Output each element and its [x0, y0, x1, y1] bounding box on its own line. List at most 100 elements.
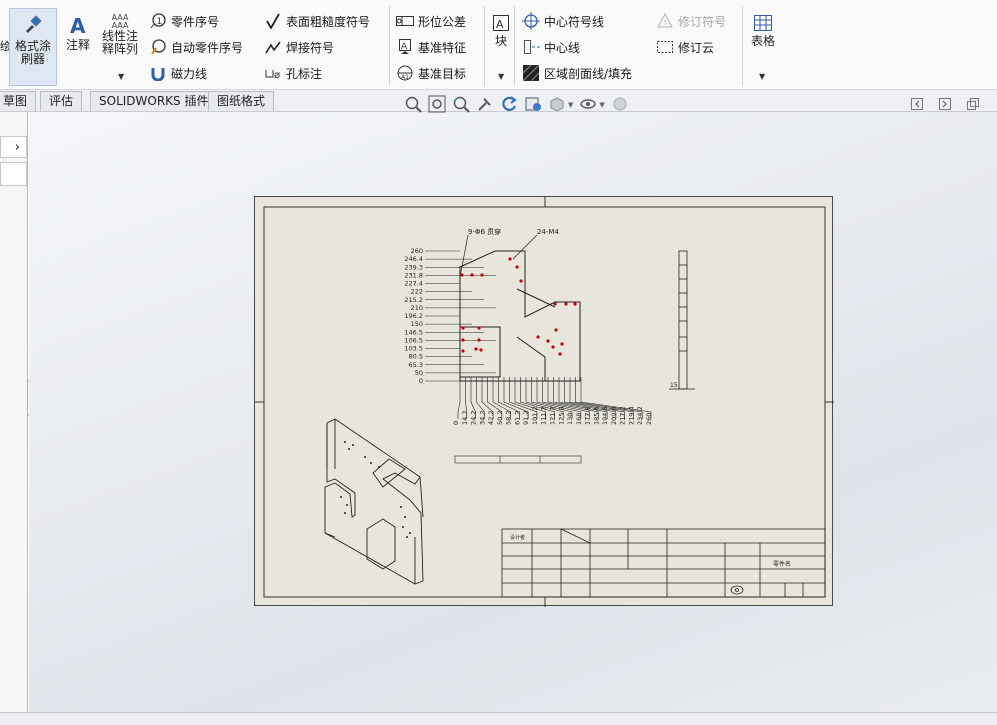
datum-feature-button[interactable]: A 基准特征	[396, 38, 466, 56]
hole-callout-button[interactable]: ø 孔标注	[264, 64, 322, 82]
panel-item-box[interactable]	[0, 162, 27, 186]
surface-finish-icon	[264, 12, 282, 30]
appearance-icon[interactable]	[611, 95, 629, 116]
linear-pattern-dropdown-icon[interactable]: ▼	[118, 72, 124, 81]
iso-hole	[364, 456, 366, 458]
front-view-edge	[516, 288, 556, 308]
tab-sketch[interactable]: 草图	[0, 91, 37, 111]
note-holes-right: 24-M4	[537, 228, 559, 236]
hide-show-items-icon[interactable]	[579, 95, 597, 116]
select-tool-icon[interactable]	[476, 95, 494, 116]
ordinate-y-label: 80.5	[409, 353, 423, 361]
restore-window-icon[interactable]	[966, 97, 980, 114]
weld-symbol-button[interactable]: 焊接符号	[264, 38, 334, 56]
tab-solidworks-addins[interactable]: SOLIDWORKS 插件	[90, 91, 218, 111]
ordinate-y-label: 106.5	[404, 336, 423, 344]
table-label: 表格	[750, 34, 775, 48]
status-bar	[0, 712, 997, 725]
expand-panel-button[interactable]: ›	[0, 136, 27, 158]
ordinate-y-label: 50	[415, 369, 423, 377]
hole-marker	[461, 326, 465, 330]
balloon-button[interactable]: 1 零件序号	[149, 12, 219, 30]
hole-marker	[560, 342, 564, 346]
front-view	[459, 250, 581, 382]
ordinate-x-label: 130	[566, 413, 574, 425]
table-button[interactable]: 表格	[748, 14, 778, 48]
ordinate-x-label: 58.2	[505, 411, 513, 425]
iso-hole	[402, 526, 404, 528]
tab-sheet-format[interactable]: 图纸格式	[208, 91, 275, 111]
weld-symbol-icon	[264, 38, 282, 56]
auto-balloon-icon	[149, 38, 167, 56]
table-dropdown-icon[interactable]: ▼	[759, 72, 765, 81]
heads-up-view-toolbar: ▼ ▼	[404, 95, 629, 115]
hole-marker	[508, 257, 512, 261]
ordinate-y-label: 146.5	[404, 328, 423, 336]
sheet-border	[263, 206, 826, 598]
previous-view-icon[interactable]	[452, 95, 470, 116]
iso-hole	[370, 462, 372, 464]
chevron-right-icon: ›	[14, 139, 20, 155]
hole-marker	[461, 338, 465, 342]
balloon-icon: 1	[149, 12, 167, 30]
collapse-right-icon[interactable]	[938, 97, 952, 114]
drawing-sheet[interactable]: 260 246.4 239.3 231.8 227.4 222 215.2 210 196.2 1…	[254, 196, 834, 607]
datum-target-icon: A1	[396, 64, 414, 82]
zoom-to-area-icon[interactable]	[428, 95, 446, 116]
geometric-tolerance-button[interactable]: 形位公差	[396, 12, 466, 30]
hole-callout-icon: ø	[264, 64, 282, 82]
revision-symbol-button[interactable]: ! 修订符号	[656, 12, 726, 30]
projection-symbol	[730, 585, 744, 595]
iso-hole	[409, 532, 411, 534]
hide-show-dropdown-icon[interactable]: ▼	[599, 101, 604, 109]
hole-marker	[480, 273, 484, 277]
format-painter-label: 格式涂 刷器	[14, 39, 51, 66]
ordinate-x-label: 91.2	[522, 411, 530, 425]
magnetic-line-label: 磁力线	[171, 66, 208, 81]
side-dimension: 15	[670, 382, 678, 389]
ordinate-x-label: 24.2	[470, 411, 478, 425]
centerline-button[interactable]: 中心线	[522, 38, 580, 56]
auto-balloon-label: 自动零件序号	[171, 40, 244, 55]
datum-target-label: 基准目标	[418, 66, 467, 81]
tab-evaluate[interactable]: 评估	[40, 91, 83, 111]
block-button[interactable]: A 块	[490, 14, 512, 48]
svg-text:A: A	[401, 42, 408, 52]
projection-symbol-center	[735, 588, 739, 592]
datum-target-button[interactable]: A1 基准目标	[396, 64, 466, 82]
svg-text:A: A	[496, 18, 504, 31]
zoom-to-fit-icon[interactable]	[404, 95, 422, 116]
format-painter-button[interactable]: 格式涂 刷器	[9, 8, 57, 86]
iso-hole	[404, 516, 406, 518]
revision-cloud-label: 修订云	[678, 40, 715, 55]
ribbon-separator	[484, 6, 485, 86]
magnetic-line-button[interactable]: 磁力线	[149, 64, 207, 82]
block-dropdown-icon[interactable]: ▼	[498, 72, 504, 81]
revision-symbol-icon: !	[656, 12, 674, 30]
ordinate-y-label: 150	[411, 320, 423, 328]
hole-marker	[515, 265, 519, 269]
ordinate-y-dimensions: 260246.4239.3231.8227.4222215.2210196.21…	[404, 247, 496, 385]
sheet-properties-icon[interactable]	[524, 95, 542, 116]
isometric-pocket	[366, 518, 396, 570]
display-style-icon[interactable]	[548, 95, 566, 116]
linear-note-pattern-button[interactable]: AAA AAA 线性注 释阵列	[99, 14, 141, 56]
ordinate-x-label: 50.2	[496, 411, 504, 425]
revision-cloud-button[interactable]: 修订云	[656, 38, 714, 56]
display-style-dropdown-icon[interactable]: ▼	[568, 101, 573, 109]
command-ribbon: 绘 格式涂 刷器 A 注释 AAA AAA 线性注 释阵列 ▼ 1 零件序号 自动…	[0, 0, 997, 90]
ordinate-x-label: 234.2	[636, 406, 644, 425]
center-mark-button[interactable]: 中心符号线	[522, 12, 604, 30]
surface-finish-button[interactable]: 表面粗糙度符号	[264, 12, 370, 30]
hole-marker	[551, 345, 555, 349]
ribbon-separator	[514, 6, 515, 86]
hole-table	[454, 455, 582, 464]
rebuild-icon[interactable]	[500, 95, 518, 116]
note-button[interactable]: A 注释	[63, 14, 93, 52]
hole-marker	[477, 338, 481, 342]
hole-marker	[558, 352, 562, 356]
title-block-diagonal	[560, 528, 591, 544]
area-hatch-button[interactable]: 区域剖面线/填充	[522, 64, 632, 82]
collapse-left-icon[interactable]	[910, 97, 924, 114]
auto-balloon-button[interactable]: 自动零件序号	[149, 38, 243, 56]
